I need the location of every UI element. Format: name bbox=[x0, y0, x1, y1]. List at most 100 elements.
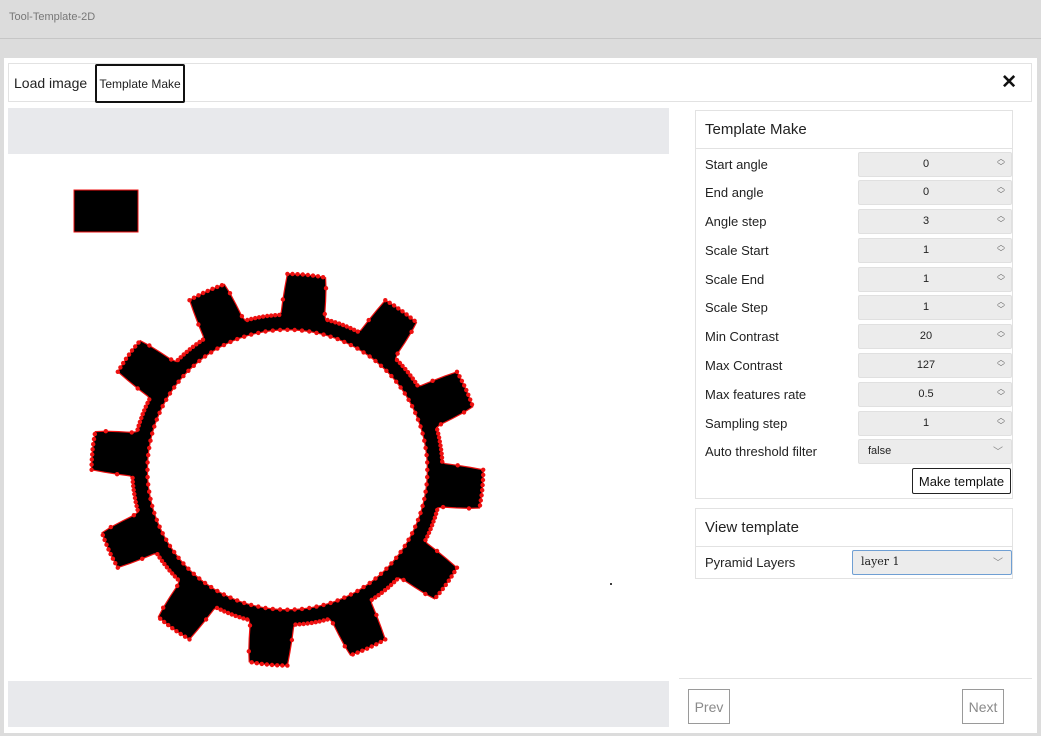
feature-point bbox=[369, 597, 374, 602]
feature-point bbox=[263, 605, 268, 611]
scale-start-spinbox[interactable]: 1 ︿ ﹀ bbox=[858, 238, 1012, 263]
feature-point bbox=[329, 318, 334, 324]
feature-points bbox=[89, 271, 486, 668]
feature-point bbox=[457, 374, 462, 379]
feature-point bbox=[400, 309, 405, 314]
feature-point bbox=[214, 605, 220, 611]
feature-point bbox=[313, 620, 318, 625]
feature-point bbox=[115, 565, 121, 570]
feature-point bbox=[389, 561, 394, 566]
scale-end-spinbox[interactable]: 1 ︿ ﹀ bbox=[858, 267, 1012, 292]
feature-point bbox=[242, 334, 247, 339]
feature-point bbox=[140, 556, 145, 561]
spin-arrows-icon[interactable]: ︿ ﹀ bbox=[997, 241, 1005, 257]
feature-point bbox=[210, 286, 215, 291]
feature-point bbox=[439, 455, 445, 460]
feature-point bbox=[355, 650, 360, 655]
max-features-rate-spinbox[interactable]: 0.5 ︿ ﹀ bbox=[858, 382, 1012, 407]
spin-arrows-icon[interactable]: ︿ ﹀ bbox=[997, 183, 1005, 199]
feature-point bbox=[115, 369, 121, 374]
angle-step-label: Angle step bbox=[705, 214, 767, 229]
feature-point bbox=[391, 303, 397, 308]
feature-point bbox=[137, 419, 143, 425]
feature-point bbox=[415, 383, 420, 388]
feature-point bbox=[147, 489, 152, 494]
tab-template-make[interactable]: Template Make bbox=[95, 64, 185, 103]
feature-point bbox=[378, 571, 384, 576]
feature-point bbox=[422, 438, 427, 443]
feature-point bbox=[394, 555, 399, 560]
spin-arrows-icon[interactable]: ︿ ﹀ bbox=[997, 327, 1005, 343]
feature-point bbox=[434, 594, 439, 600]
tab-load-image[interactable]: Load image bbox=[14, 64, 87, 102]
feature-point bbox=[330, 621, 336, 626]
feature-point bbox=[215, 588, 220, 594]
row-sampling-step: Sampling step 1 ︿ ﹀ bbox=[696, 410, 1012, 437]
spin-arrows-icon[interactable]: ︿ ﹀ bbox=[997, 385, 1005, 401]
feature-point bbox=[146, 482, 151, 487]
feature-point bbox=[438, 447, 444, 452]
feature-point bbox=[425, 467, 430, 472]
feature-point bbox=[170, 626, 175, 631]
feature-point bbox=[466, 506, 472, 511]
max-features-rate-value: 0.5 bbox=[918, 388, 934, 400]
feature-point bbox=[374, 612, 379, 618]
feature-point bbox=[466, 392, 471, 397]
feature-point bbox=[196, 322, 201, 327]
end-angle-spinbox[interactable]: 0 ︿ ﹀ bbox=[858, 180, 1012, 205]
feature-point bbox=[481, 472, 486, 478]
feature-point bbox=[285, 327, 290, 332]
feature-point bbox=[314, 604, 319, 609]
feature-point bbox=[221, 592, 227, 597]
spin-arrows-icon[interactable]: ︿ ﹀ bbox=[997, 356, 1005, 372]
chevron-down-icon[interactable]: ﹀ bbox=[993, 443, 1003, 458]
feature-point bbox=[89, 467, 94, 472]
feature-point bbox=[129, 348, 135, 353]
gear-image bbox=[73, 189, 612, 668]
feature-point bbox=[176, 379, 181, 384]
feature-point bbox=[126, 352, 132, 357]
auto-threshold-select[interactable]: false ﹀ bbox=[858, 439, 1012, 464]
feature-point bbox=[328, 334, 333, 339]
gear-shape bbox=[91, 273, 484, 667]
feature-point bbox=[455, 463, 460, 468]
feature-point bbox=[239, 314, 245, 319]
feature-point bbox=[292, 327, 297, 333]
spin-arrows-icon[interactable]: ︿ ﹀ bbox=[997, 298, 1005, 314]
angle-step-spinbox[interactable]: 3 ︿ ﹀ bbox=[858, 209, 1012, 234]
spin-arrows-icon[interactable]: ︿ ﹀ bbox=[997, 155, 1005, 171]
feature-point bbox=[418, 510, 423, 516]
angle-step-value: 3 bbox=[922, 215, 930, 227]
next-button[interactable]: Next bbox=[962, 689, 1004, 724]
spin-arrows-icon[interactable]: ︿ ﹀ bbox=[997, 414, 1005, 430]
spin-arrows-icon[interactable]: ︿ ﹀ bbox=[997, 212, 1005, 228]
feature-point bbox=[228, 339, 233, 345]
chevron-down-icon[interactable]: ﹀ bbox=[993, 554, 1003, 569]
feature-point bbox=[321, 602, 326, 608]
start-angle-spinbox[interactable]: 0 ︿ ﹀ bbox=[858, 152, 1012, 177]
feature-point bbox=[132, 495, 138, 501]
make-template-button[interactable]: Make template bbox=[912, 468, 1011, 494]
max-contrast-spinbox[interactable]: 127 ︿ ﹀ bbox=[858, 353, 1012, 378]
scale-end-label: Scale End bbox=[705, 272, 765, 287]
feature-point bbox=[253, 315, 258, 321]
feature-point bbox=[164, 537, 169, 542]
scale-step-spinbox[interactable]: 1 ︿ ﹀ bbox=[858, 295, 1012, 320]
feature-point bbox=[270, 328, 275, 333]
feature-point bbox=[147, 343, 152, 348]
feature-point bbox=[131, 487, 136, 493]
scale-end-value: 1 bbox=[922, 273, 930, 285]
min-contrast-label: Min Contrast bbox=[705, 329, 779, 344]
scale-step-label: Scale Step bbox=[705, 300, 768, 315]
max-features-rate-label: Max features rate bbox=[705, 387, 807, 402]
prev-button[interactable]: Prev bbox=[688, 689, 730, 724]
pyramid-layers-select[interactable]: layer 1 ﹀ bbox=[852, 550, 1012, 575]
feature-point bbox=[89, 457, 95, 462]
close-icon[interactable]: ✕ bbox=[1001, 73, 1017, 93]
image-canvas[interactable] bbox=[8, 154, 669, 681]
start-angle-value: 0 bbox=[922, 158, 930, 170]
feature-point bbox=[209, 584, 214, 590]
min-contrast-spinbox[interactable]: 20 ︿ ﹀ bbox=[858, 324, 1012, 349]
spin-arrows-icon[interactable]: ︿ ﹀ bbox=[997, 270, 1005, 286]
sampling-step-spinbox[interactable]: 1 ︿ ﹀ bbox=[858, 411, 1012, 436]
